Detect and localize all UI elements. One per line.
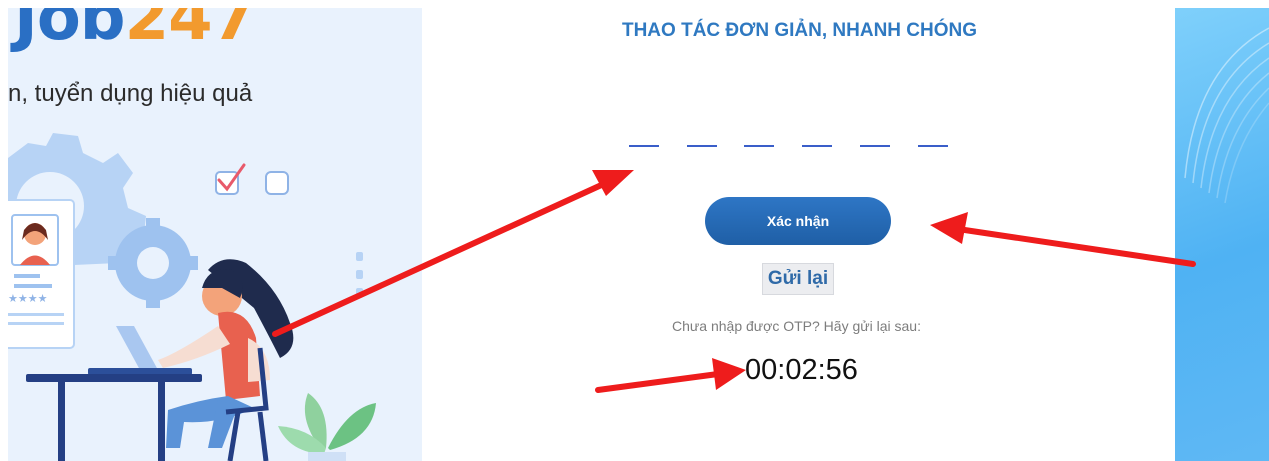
resend-hint-text: Chưa nhập được OTP? Hãy gửi lại sau: [672, 318, 921, 334]
plant-icon [278, 393, 376, 461]
annotation-arrow [595, 358, 746, 393]
illustration-svg: ★★★★ [8, 133, 376, 461]
countdown-timer: 00:02:56 [745, 354, 858, 386]
left-illustration-panel: Job247 n, tuyển dụng hiệu quả ★★★★ [8, 8, 422, 461]
otp-digit-field-2[interactable] [687, 145, 717, 147]
checkbox-checked-icon [215, 163, 246, 195]
otp-digit-field-4[interactable] [802, 145, 832, 147]
otp-digit-field-3[interactable] [744, 145, 774, 147]
desk [26, 374, 202, 382]
form-title: THAO TÁC ĐƠN GIẢN, NHANH CHÓNG [621, 20, 978, 41]
confirm-button[interactable]: Xác nhận [705, 197, 891, 245]
checkbox-empty-icon [265, 171, 289, 195]
otp-digit-field-6[interactable] [918, 145, 948, 147]
resend-button[interactable]: Gửi lại [762, 263, 834, 295]
annotation-arrow [930, 212, 1196, 267]
otp-digit-field-5[interactable] [860, 145, 890, 147]
right-decorative-panel [1175, 8, 1269, 461]
otp-digit-field-1[interactable] [629, 145, 659, 147]
svg-text:★★★★: ★★★★ [8, 292, 48, 305]
wave-pattern [1184, 27, 1269, 204]
